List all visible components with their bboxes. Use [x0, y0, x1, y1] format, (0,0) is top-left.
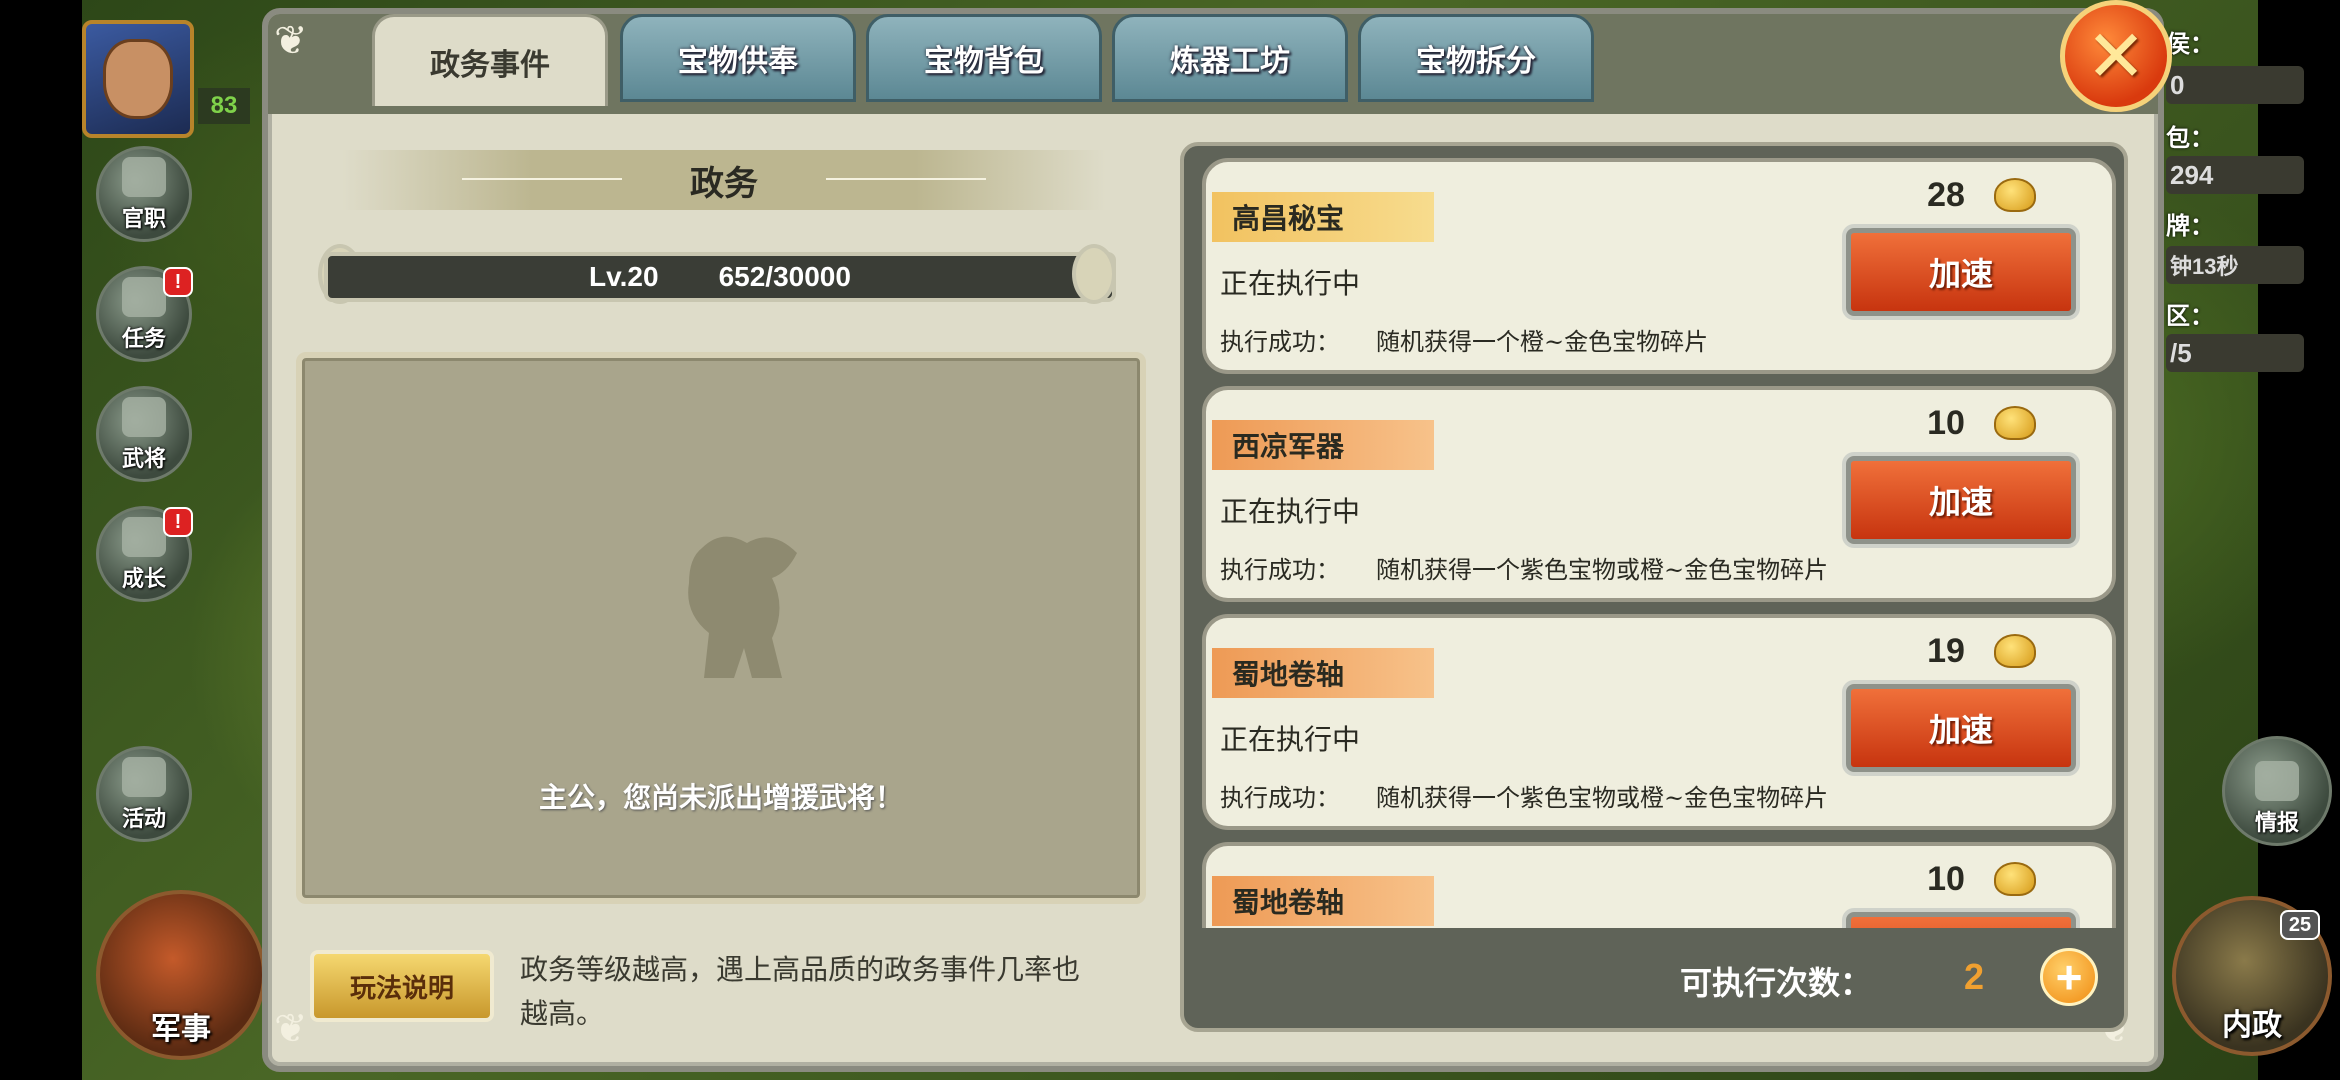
exec-count-value: 2 [1964, 956, 1985, 997]
task-card: 蜀地卷轴 19 加速 正在执行中 执行成功： 随机获得一个紫色宝物或橙~金色宝物碎… [1202, 614, 2116, 830]
task-name: 蜀地卷轴 [1212, 648, 1434, 698]
exec-count-label: 可执行次数： [1680, 964, 1873, 1002]
task-name: 蜀地卷轴 [1212, 876, 1434, 926]
task-result: 执行成功： 随机获得一个紫色宝物或橙~金色宝物碎片 [1220, 550, 1828, 585]
office-icon [122, 157, 166, 197]
task-card: 西凉军器 10 加速 正在执行中 执行成功： 随机获得一个紫色宝物或橙~金色宝物碎… [1202, 386, 2116, 602]
tab-government-events[interactable]: 政务事件 [372, 14, 608, 106]
help-button[interactable]: 玩法说明 [310, 950, 494, 1022]
task-status: 正在执行中 [1220, 723, 1361, 756]
task-cost: 10 [1927, 404, 1965, 442]
right-hud-label: 区： [2166, 302, 2214, 330]
task-cost: 28 [1927, 176, 1965, 214]
right-hud-value: /5 [2166, 334, 2304, 372]
tab-treasure-offering[interactable]: 宝物供奉 [620, 14, 856, 102]
plus-icon: + [2055, 951, 2083, 1003]
result-text: 随机获得一个橙~金色宝物碎片 [1376, 328, 1709, 356]
growth-icon [122, 517, 166, 557]
speed-up-button[interactable]: 加速 [1846, 456, 2076, 544]
growth-button[interactable]: 成长 ! [96, 506, 193, 602]
gold-ingot-icon [1994, 406, 2036, 440]
task-list-frame: 高昌秘宝 28 加速 正在执行中 执行成功： 随机获得一个橙~金色宝物碎片 西凉军… [1180, 142, 2128, 1032]
intel-label: 情报 [2254, 811, 2299, 836]
warrior-silhouette-icon [688, 536, 797, 678]
level-bar-right-cap [1072, 244, 1116, 304]
help-text: 政务等级越高，遇上高品质的政务事件几率也越高。 [520, 953, 1081, 1030]
result-label: 执行成功： [1220, 784, 1340, 812]
close-button[interactable]: ✕ [2060, 0, 2172, 112]
empty-message: 主公，您尚未派出增援武将！ [538, 781, 903, 814]
task-cost: 19 [1927, 632, 1965, 670]
section-title: 政务 [690, 163, 758, 204]
domestic-label: 内政 [2222, 1008, 2282, 1043]
task-name: 西凉军器 [1212, 420, 1434, 470]
result-label: 执行成功： [1220, 328, 1340, 356]
activity-button[interactable]: 活动 [96, 746, 192, 842]
level-label: Lv.20 [589, 261, 659, 292]
level-progress: 652/30000 [718, 261, 851, 292]
general-label: 武将 [121, 447, 166, 472]
gate-icon [2255, 761, 2299, 801]
right-hud-label: 牌： [2166, 212, 2214, 240]
player-avatar[interactable] [82, 20, 194, 138]
add-exec-count-button[interactable]: + [2040, 948, 2098, 1006]
gold-ingot-icon [1994, 178, 2036, 212]
office-button[interactable]: 官职 [96, 146, 192, 242]
speed-up-button[interactable]: 加速 [1846, 684, 2076, 772]
intel-button[interactable]: 情报 [2222, 736, 2332, 846]
general-button[interactable]: 武将 [96, 386, 192, 482]
task-label: 任务 [121, 327, 166, 352]
scroll-icon [122, 277, 166, 317]
task-result: 执行成功： 随机获得一个橙~金色宝物碎片 [1220, 322, 1708, 357]
tab-treasure-split[interactable]: 宝物拆分 [1358, 14, 1594, 102]
right-hud-value: 钟13秒 [2166, 246, 2304, 284]
avatar-face-icon [103, 39, 173, 119]
growth-alert-badge: ! [163, 507, 193, 537]
gold-ingot-icon [1994, 862, 2036, 896]
task-cost: 10 [1927, 860, 1965, 898]
right-hud-value: 0 [2166, 66, 2304, 104]
level-bar: Lv.20 652/30000 [324, 252, 1116, 302]
right-hud-label: 侯： [2166, 30, 2214, 58]
speed-up-button[interactable]: 加速 [1846, 228, 2076, 316]
domestic-badge: 25 [2280, 910, 2320, 940]
task-result: 执行成功： 随机获得一个紫色宝物或橙~金色宝物碎片 [1220, 778, 1828, 813]
military-button[interactable]: 军事 [96, 890, 266, 1060]
task-button[interactable]: 任务 ! [96, 266, 193, 362]
reinforcement-box: 主公，您尚未派出增援武将！ [296, 352, 1146, 904]
task-card: 高昌秘宝 28 加速 正在执行中 执行成功： 随机获得一个橙~金色宝物碎片 [1202, 158, 2116, 374]
result-label: 执行成功： [1220, 556, 1340, 584]
title-decoration [462, 178, 622, 180]
military-label: 军事 [151, 1012, 211, 1047]
section-title-bar: 政务 [342, 150, 1106, 210]
result-text: 随机获得一个紫色宝物或橙~金色宝物碎片 [1376, 784, 1829, 812]
activity-label: 活动 [121, 807, 166, 832]
domestic-button[interactable]: 内政 25 [2172, 896, 2332, 1056]
result-text: 随机获得一个紫色宝物或橙~金色宝物碎片 [1376, 556, 1829, 584]
task-status: 正在执行中 [1220, 267, 1361, 300]
right-hud-value: 294 [2166, 156, 2304, 194]
task-alert-badge: ! [163, 267, 193, 297]
player-level: 83 [198, 88, 250, 124]
banner-icon [122, 757, 166, 797]
growth-label: 成长 [121, 567, 166, 592]
tab-treasure-bag[interactable]: 宝物背包 [866, 14, 1102, 102]
speed-up-button[interactable] [1846, 912, 2076, 928]
corner-ornament-icon: ❦ [274, 18, 308, 64]
close-icon: ✕ [2085, 14, 2147, 98]
tab-forge-workshop[interactable]: 炼器工坊 [1112, 14, 1348, 102]
office-label: 官职 [121, 207, 166, 232]
right-hud-label: 包： [2166, 124, 2214, 152]
task-list[interactable]: 高昌秘宝 28 加速 正在执行中 执行成功： 随机获得一个橙~金色宝物碎片 西凉军… [1202, 158, 2116, 928]
task-name: 高昌秘宝 [1212, 192, 1434, 242]
helmet-icon [122, 397, 166, 437]
task-card: 蜀地卷轴 10 [1202, 842, 2116, 928]
title-decoration [826, 178, 986, 180]
gold-ingot-icon [1994, 634, 2036, 668]
task-status: 正在执行中 [1220, 495, 1361, 528]
